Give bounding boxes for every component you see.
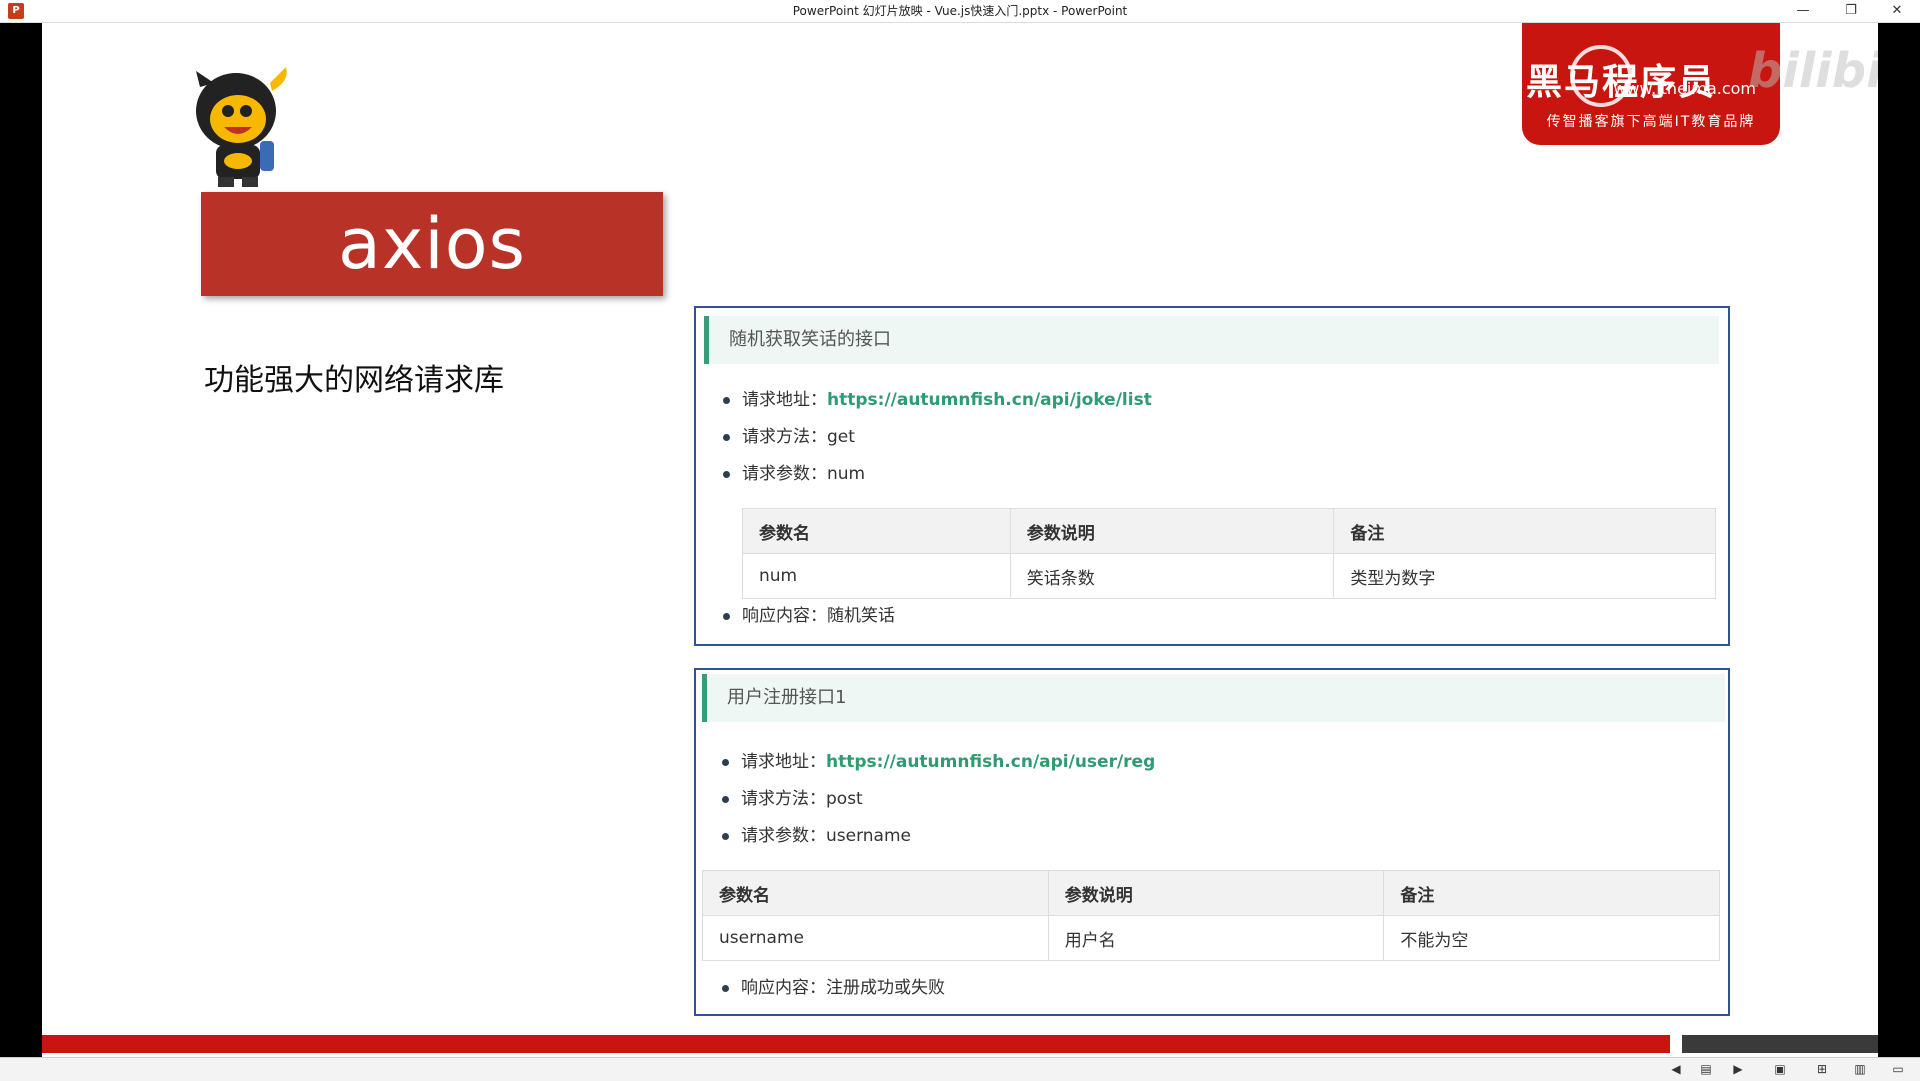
bullet-response: 响应内容：随机笑话 bbox=[723, 604, 895, 628]
request-params-label: 请求参数： bbox=[741, 826, 826, 846]
table-header-cell: 备注 bbox=[1333, 508, 1716, 554]
footer-red-bar bbox=[42, 1035, 1670, 1053]
table-cell: 不能为空 bbox=[1383, 915, 1720, 961]
notes-icon[interactable]: ▤ bbox=[1698, 1061, 1714, 1077]
bullet-request-params: 请求参数：username bbox=[722, 824, 911, 848]
monkey-mascot-icon bbox=[196, 67, 287, 187]
request-method-label: 请求方法： bbox=[742, 427, 827, 447]
bullet-request-method: 请求方法：get bbox=[723, 425, 855, 449]
card-header-title: 用户注册接口1 bbox=[727, 687, 847, 708]
table-cell: 类型为数字 bbox=[1333, 553, 1716, 599]
request-method-value: get bbox=[827, 427, 855, 447]
bullet-request-method: 请求方法：post bbox=[722, 787, 863, 811]
card-header-title: 随机获取笑话的接口 bbox=[729, 329, 891, 350]
request-method-value: post bbox=[826, 789, 863, 809]
table-row: num 笑话条数 类型为数字 bbox=[742, 553, 1716, 599]
response-label: 响应内容： bbox=[741, 978, 826, 998]
slide-title-banner: axios bbox=[201, 192, 663, 296]
normal-view-icon[interactable]: ▣ bbox=[1772, 1061, 1788, 1077]
reading-view-icon[interactable]: ▥ bbox=[1852, 1061, 1868, 1077]
slide-sorter-icon[interactable]: ⊞ bbox=[1814, 1061, 1830, 1077]
slide-title: axios bbox=[337, 203, 527, 285]
table-header-cell: 参数说明 bbox=[1047, 870, 1385, 916]
request-url-link[interactable]: https://autumnfish.cn/api/joke/list bbox=[827, 390, 1152, 410]
request-url-link[interactable]: https://autumnfish.cn/api/user/reg bbox=[826, 752, 1155, 772]
slideshow-icon[interactable]: ▭ bbox=[1890, 1061, 1906, 1077]
bilibili-watermark: bilibili bbox=[1748, 43, 1878, 99]
prev-icon[interactable]: ◀ bbox=[1668, 1061, 1684, 1077]
window-title: PowerPoint 幻灯片放映 - Vue.js快速入门.pptx - Pow… bbox=[792, 4, 1128, 18]
table-header-row: 参数名 参数说明 备注 bbox=[702, 870, 1720, 916]
table-header-cell: 参数说明 bbox=[1009, 508, 1335, 554]
table-cell: num bbox=[742, 553, 1011, 599]
logo-url: www.itheima.com bbox=[1613, 79, 1756, 98]
slide-subtitle: 功能强大的网络请求库 bbox=[204, 363, 504, 398]
params-table: 参数名 参数说明 备注 num 笑话条数 类型为数字 bbox=[742, 508, 1716, 599]
close-button[interactable]: ✕ bbox=[1874, 0, 1920, 22]
restore-button[interactable]: ❐ bbox=[1828, 0, 1874, 22]
request-params-label: 请求参数： bbox=[742, 464, 827, 484]
response-value: 注册成功或失败 bbox=[826, 978, 945, 998]
table-row: username 用户名 不能为空 bbox=[702, 915, 1720, 961]
response-value: 随机笑话 bbox=[827, 606, 895, 626]
footer-grey-bar bbox=[1682, 1035, 1878, 1053]
table-header-row: 参数名 参数说明 备注 bbox=[742, 508, 1716, 554]
window-titlebar: P PowerPoint 幻灯片放映 - Vue.js快速入门.pptx - P… bbox=[0, 0, 1920, 23]
minimize-button[interactable]: — bbox=[1780, 0, 1826, 22]
bullet-response: 响应内容：注册成功或失败 bbox=[722, 976, 945, 1000]
request-params-value: username bbox=[826, 826, 911, 846]
bullet-request-url: 请求地址：https://autumnfish.cn/api/user/reg bbox=[721, 750, 1155, 774]
table-cell: username bbox=[702, 915, 1049, 961]
slideshow-statusbar: ◀ ▤ ▶ ▣ ⊞ ▥ ▭ bbox=[0, 1057, 1920, 1081]
card-header: 随机获取笑话的接口 bbox=[704, 316, 1719, 364]
request-url-label: 请求地址： bbox=[742, 390, 827, 410]
response-label: 响应内容： bbox=[742, 606, 827, 626]
request-params-value: num bbox=[827, 464, 866, 484]
letterbox-left bbox=[0, 23, 42, 1057]
params-table: 参数名 参数说明 备注 username 用户名 不能为空 bbox=[702, 870, 1720, 961]
bullet-request-params: 请求参数：num bbox=[722, 462, 866, 486]
table-header-cell: 参数名 bbox=[742, 508, 1011, 554]
card-header: 用户注册接口1 bbox=[702, 674, 1725, 722]
slide-canvas[interactable]: axios 功能强大的网络请求库 黑马程序员 www.itheima.com 传… bbox=[42, 23, 1878, 1057]
letterbox-right bbox=[1878, 23, 1920, 1057]
api-card-register: 用户注册接口1 请求地址：https://autumnfish.cn/api/u… bbox=[694, 668, 1730, 1016]
api-card-joke: 随机获取笑话的接口 请求地址：https://autumnfish.cn/api… bbox=[694, 306, 1730, 646]
table-cell: 用户名 bbox=[1047, 915, 1385, 961]
logo-tagline: 传智播客旗下高端IT教育品牌 bbox=[1546, 114, 1756, 130]
next-icon[interactable]: ▶ bbox=[1730, 1061, 1746, 1077]
request-method-label: 请求方法： bbox=[741, 789, 826, 809]
bullet-request-url: 请求地址：https://autumnfish.cn/api/joke/list bbox=[723, 388, 1152, 412]
table-cell: 笑话条数 bbox=[1009, 553, 1335, 599]
itheima-logo: 黑马程序员 www.itheima.com 传智播客旗下高端IT教育品牌 bbox=[1522, 23, 1780, 145]
table-header-cell: 参数名 bbox=[702, 870, 1049, 916]
table-header-cell: 备注 bbox=[1383, 870, 1720, 916]
request-url-label: 请求地址： bbox=[741, 752, 826, 772]
